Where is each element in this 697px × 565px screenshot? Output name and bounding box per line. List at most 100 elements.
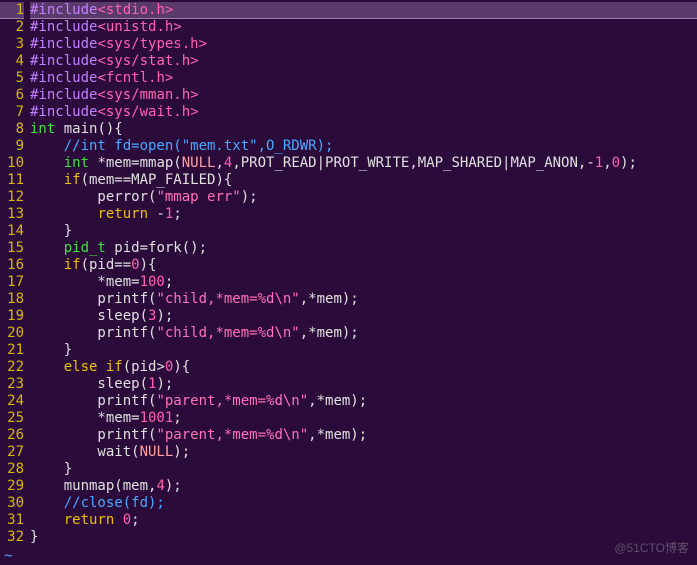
code-line[interactable]: } [30,529,697,546]
token-num: 4 [156,478,164,494]
code-line[interactable]: int *mem=mmap(NULL,4,PROT_READ|PROT_WRIT… [30,155,697,172]
token-plain: , [603,155,611,171]
token-inc: <fcntl.h> [97,70,173,86]
token-plain [30,495,64,511]
line-number: 12 [0,189,24,206]
token-plain: ){ [140,257,157,273]
token-plain [30,512,64,528]
token-plain [30,206,97,222]
line-number: 4 [0,53,24,70]
line-number: 6 [0,87,24,104]
line-number: 19 [0,308,24,325]
code-line[interactable]: printf("child,*mem=%d\n",*mem); [30,325,697,342]
code-line[interactable]: if(pid==0){ [30,257,697,274]
code-line[interactable]: } [30,223,697,240]
token-type: pid_t [64,240,106,256]
code-line[interactable]: perror("mmap err"); [30,189,697,206]
line-number: 25 [0,410,24,427]
line-number: 15 [0,240,24,257]
line-number: 30 [0,495,24,512]
line-number: 32 [0,529,24,546]
token-num: 1 [595,155,603,171]
token-pre: #include [30,19,97,35]
code-line[interactable]: //int fd=open("mem.txt",O_RDWR); [30,138,697,155]
token-const: NULL [140,444,174,460]
code-line[interactable]: printf("parent,*mem=%d\n",*mem); [30,393,697,410]
code-line[interactable]: //close(fd); [30,495,697,512]
token-plain: printf( [30,427,156,443]
token-cmt: //close(fd); [64,495,165,511]
code-line[interactable]: else if(pid>0){ [30,359,697,376]
code-line[interactable]: wait(NULL); [30,444,697,461]
token-plain: } [30,342,72,358]
code-line[interactable]: pid_t pid=fork(); [30,240,697,257]
line-number: 24 [0,393,24,410]
code-line[interactable]: *mem=100; [30,274,697,291]
code-line[interactable]: return -1; [30,206,697,223]
token-plain: ){ [173,359,190,375]
token-inc: <sys/wait.h> [97,104,198,120]
code-line[interactable]: } [30,461,697,478]
code-line[interactable]: #include<sys/types.h> [30,36,697,53]
token-plain: ; [165,274,173,290]
code-area[interactable]: #include<stdio.h>#include<unistd.h>#incl… [30,2,697,546]
code-line[interactable]: #include<sys/mman.h> [30,87,697,104]
code-line[interactable]: #include<unistd.h> [30,19,697,36]
line-number: 7 [0,104,24,121]
code-line[interactable]: printf("child,*mem=%d\n",*mem); [30,291,697,308]
token-plain [30,257,64,273]
line-number: 17 [0,274,24,291]
code-line[interactable]: #include<fcntl.h> [30,70,697,87]
token-pre: #include [30,53,97,69]
line-number: 2 [0,19,24,36]
code-line[interactable]: munmap(mem,4); [30,478,697,495]
token-plain: (pid== [81,257,132,273]
code-line[interactable]: sleep(1); [30,376,697,393]
empty-line-tilde: ~ [0,548,697,565]
token-plain: (pid> [123,359,165,375]
code-line[interactable]: printf("parent,*mem=%d\n",*mem); [30,427,697,444]
code-line[interactable]: if(mem==MAP_FAILED){ [30,172,697,189]
token-plain: ); [165,478,182,494]
token-plain [30,240,64,256]
token-plain: (mem==MAP_FAILED){ [81,172,233,188]
token-pre: #include [30,87,97,103]
code-editor[interactable]: 1234567891011121314151617181920212223242… [0,0,697,548]
token-plain: ; [173,206,181,222]
token-plain: ); [241,189,258,205]
token-plain: , [215,155,223,171]
token-plain: printf( [30,325,156,341]
code-line[interactable]: #include<sys/stat.h> [30,53,697,70]
token-kw: return [64,512,115,528]
line-number: 26 [0,427,24,444]
token-inc: <sys/stat.h> [97,53,198,69]
code-line[interactable]: #include<stdio.h> [30,2,697,19]
line-number: 31 [0,512,24,529]
token-plain: printf( [30,291,156,307]
code-line[interactable]: int main(){ [30,121,697,138]
token-num: 0 [123,512,131,528]
line-number: 8 [0,121,24,138]
code-line[interactable]: sleep(3); [30,308,697,325]
token-plain: *mem= [30,274,140,290]
token-str: "parent,*mem=%d\n" [156,393,308,409]
line-number: 23 [0,376,24,393]
code-line[interactable]: return 0; [30,512,697,529]
line-number: 20 [0,325,24,342]
token-str: "parent,*mem=%d\n" [156,427,308,443]
token-str: "child,*mem=%d\n" [156,291,299,307]
line-number: 10 [0,155,24,172]
token-plain: ); [156,308,173,324]
code-line[interactable]: } [30,342,697,359]
code-line[interactable]: *mem=1001; [30,410,697,427]
token-pre: #include [30,2,97,18]
token-num: 0 [131,257,139,273]
token-plain: printf( [30,393,156,409]
token-kw: if [64,172,81,188]
line-number: 27 [0,444,24,461]
token-plain: munmap(mem, [30,478,156,494]
token-kw: if [64,257,81,273]
code-line[interactable]: #include<sys/wait.h> [30,104,697,121]
line-number: 29 [0,478,24,495]
line-number: 5 [0,70,24,87]
